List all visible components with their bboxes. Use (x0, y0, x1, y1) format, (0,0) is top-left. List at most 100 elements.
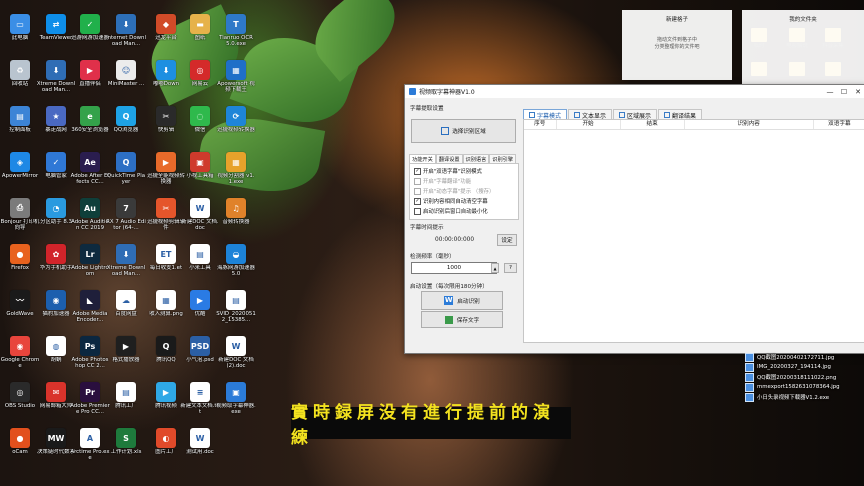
set-time-button[interactable]: 设定 (497, 234, 517, 246)
table-column-header[interactable]: 结束 (621, 120, 685, 129)
desktop-icon[interactable]: ◎ 网易云 (180, 58, 220, 106)
result-table[interactable]: 序号 开始 结束 识别内容 双语字幕 (523, 119, 864, 343)
desktop-icon[interactable]: ◈ ApowerMirror (0, 150, 40, 198)
desktop-icon[interactable]: Q QuickTime Player (106, 150, 146, 198)
file-item[interactable]: QQ截图20200402172711.jpg (745, 352, 840, 362)
desktop-icon[interactable]: W 新建DOC 文档.doc (180, 196, 220, 244)
close-button[interactable]: ✕ (851, 88, 864, 96)
option-checkbox[interactable]: ✓ 开启"双语字幕"识别模式 (414, 167, 518, 175)
teamviewer-icon: ⇄ (46, 14, 66, 34)
desktop-icon[interactable]: ◎ OBS Studio (0, 380, 40, 428)
desktop-icon[interactable]: S 工作计划.xls (106, 426, 146, 474)
mail-icon: ✉ (46, 382, 66, 402)
et-icon: ET (156, 244, 176, 264)
desktop-icon[interactable]: ⟳ 迅捷视频转换器 (216, 104, 256, 152)
window-titlebar[interactable]: 视频取字幕神器V1.0 — ☐ ✕ (405, 85, 864, 98)
table-column-header[interactable]: 序号 (524, 120, 557, 129)
desktop-icon-label: Apowersoft 视频下载王 (217, 81, 255, 94)
desktop-icon[interactable]: 〰 GoldWave (0, 288, 40, 336)
desktop-icon[interactable]: ▶ 直播伴侣 (70, 58, 110, 106)
desktop-icon[interactable]: ▤ 腾讯工厂 (106, 380, 146, 428)
apowersoft-icon: ▦ (226, 60, 246, 80)
panel-title: 我的文件夹 (789, 17, 817, 23)
desktop-icon[interactable]: ♫ 音频转换器 (216, 196, 256, 244)
frequency-label: 检测频率（毫秒） (410, 254, 455, 260)
desktop-icon[interactable]: ◣ Adobe Media Encoder... (70, 288, 110, 336)
desktop-icon[interactable]: W 测试用.doc (180, 426, 220, 474)
desktop-icon[interactable]: ♻ 回收站 (0, 58, 40, 106)
minimize-button[interactable]: — (823, 88, 837, 96)
desktop-icon-label: 控制面板 (9, 127, 31, 133)
desktop-icon[interactable]: ● Firefox (0, 242, 40, 290)
desktop-icon[interactable]: ▦ Apowersoft 视频下载王 (216, 58, 256, 106)
frequency-stepper[interactable]: ▲ (491, 263, 499, 273)
desktop-icon[interactable]: ▶ 优酷 (180, 288, 220, 336)
option-checkbox[interactable]: ✓ 识别内容相同自动清空字幕 (414, 197, 518, 205)
desktop-icon[interactable]: ▤ SVID_20200512_15385... (216, 288, 256, 336)
mw-icon: MW (46, 428, 66, 448)
file-item[interactable]: 小日头录视频下载器V1.2.exe (745, 392, 840, 402)
tab-icon (664, 112, 671, 118)
game-icon: ◆ (156, 14, 176, 34)
maximize-button[interactable]: ☐ (837, 88, 851, 96)
desktop-icon[interactable]: Ae Adobe After Effects CC... (70, 150, 110, 198)
options-panel: ✓ 开启"双语字幕"识别模式 开启"字幕翻译"功能 开启"动态字幕"提示 （搜存） ✓ 识… (409, 163, 519, 220)
desktop-icon[interactable]: ▤ 控制面板 (0, 104, 40, 152)
desktop-icon[interactable]: ▣ 视频取字幕神器.exe (216, 380, 256, 428)
fences-panel-my-folder[interactable]: 我的文件夹 (742, 10, 864, 90)
desktop-icon[interactable]: Lr Adobe Lightroom (70, 242, 110, 290)
desktop-icon[interactable]: e 360安全浏览器 (70, 104, 110, 152)
desktop-icon[interactable]: ⬇ Internet Download Man... (106, 12, 146, 60)
file-item[interactable]: QQ截图20200318111022.png (745, 372, 840, 382)
desktop-icon[interactable]: ▦ 视频分割器 v1.1.exe (216, 150, 256, 198)
desktop-icon[interactable]: ⬇ Xtreme Download Man... (106, 242, 146, 290)
desktop-icon-label: 直播伴侣 (79, 81, 101, 87)
desktop-icon[interactable]: 7 RX 7 Audio Editor (64-... (106, 196, 146, 244)
table-column-header[interactable]: 双语字幕 (814, 120, 864, 129)
subtitle-extractor-window[interactable]: 视频取字幕神器V1.0 — ☐ ✕ 字幕提取设置 选择识别区域 功能开关 翻译设置… (404, 84, 864, 354)
desktop-icon[interactable]: W 新建DOC 文档 (2).doc (216, 334, 256, 382)
desktop-icon[interactable]: ⎙ Bonjour 打印机向导 (0, 196, 40, 244)
file-item[interactable]: IMG_20200327_194114.jpg (745, 362, 840, 372)
table-column-header[interactable]: 识别内容 (685, 120, 814, 129)
desktop-icon[interactable]: ● oCam (0, 426, 40, 474)
fences-panel-new[interactable]: 新建格子 拖动文件到格子中 分类整理你的文件吧 (622, 10, 732, 80)
start-recognition-button[interactable]: W 启动识别 (421, 291, 503, 310)
save-text-button[interactable]: 保存文字 (421, 311, 503, 328)
desktop-icon[interactable]: ☁ 百度网盘 (106, 288, 146, 336)
option-checkbox[interactable]: 启动识别后窗口自动最小化 (414, 207, 518, 215)
frequency-input[interactable]: 1000 (411, 262, 497, 274)
arctime-icon: A (80, 428, 100, 448)
desktop-icon[interactable]: T Tianruo OCR 5.0.exe (216, 12, 256, 60)
desktop-icon[interactable]: ✓ 迅游网游加速器 (70, 12, 110, 60)
doc3-icon: W (190, 428, 210, 448)
desktop-icon[interactable]: ▶ 格式播放器 (106, 334, 146, 382)
lightroom-icon: Lr (80, 244, 100, 264)
desktop-icon[interactable]: ▣ 小视工具箱 (180, 150, 220, 198)
minimaster-icon: ☺ (116, 60, 136, 80)
desktop-icon[interactable]: A Arctime Pro.exe (70, 426, 110, 474)
desktop-icon[interactable]: Au Adobe Audition CC 2019 (70, 196, 110, 244)
select-region-button[interactable]: 选择识别区域 (411, 119, 516, 143)
file-item[interactable]: mmexport1582631078364.jpg (745, 382, 840, 392)
frequency-help-button[interactable]: ? (504, 263, 517, 273)
desktop-icon[interactable]: Q QQ浏览器 (106, 104, 146, 152)
desktop-icon[interactable]: Pr Adobe Premiere Pro CC... (70, 380, 110, 428)
option-label: 开启"双语字幕"识别模式 (423, 169, 482, 175)
desktop-icon[interactable]: ≡ 新建文本文档.txt (180, 380, 220, 428)
desktop-icon[interactable]: ▭ 此电脑 (0, 12, 40, 60)
desktop-icon[interactable]: ◌ 微信 (180, 104, 220, 152)
desktop-icon[interactable]: ☺ MiniMaster ... (106, 58, 146, 106)
desktop-icon[interactable]: ▤ 小米工具 (180, 242, 220, 290)
desktop-icon[interactable]: ◒ 海豚网游加速器5.0 (216, 242, 256, 290)
desktop-icon-label: Bonjour 打印机向导 (0, 219, 40, 232)
desktop-icon[interactable]: PSD 小气泡.psd (180, 334, 220, 382)
table-column-header[interactable]: 开始 (557, 120, 621, 129)
desktop-icon[interactable]: Ps Adobe Photoshop CC 2... (70, 334, 110, 382)
photoshop-icon: Ps (80, 336, 100, 356)
desktop-icon[interactable]: ◉ Google Chrome (0, 334, 40, 382)
desktop-icon[interactable]: ▬ 图纸 (180, 12, 220, 60)
desktop-icon-label: Arctime Pro.exe (70, 449, 110, 462)
desktop-icon-label: Adobe Media Encoder... (72, 311, 108, 324)
desktop-file-list: QQ截图20200402172711.jpg IMG_20200327_19411… (745, 352, 840, 402)
